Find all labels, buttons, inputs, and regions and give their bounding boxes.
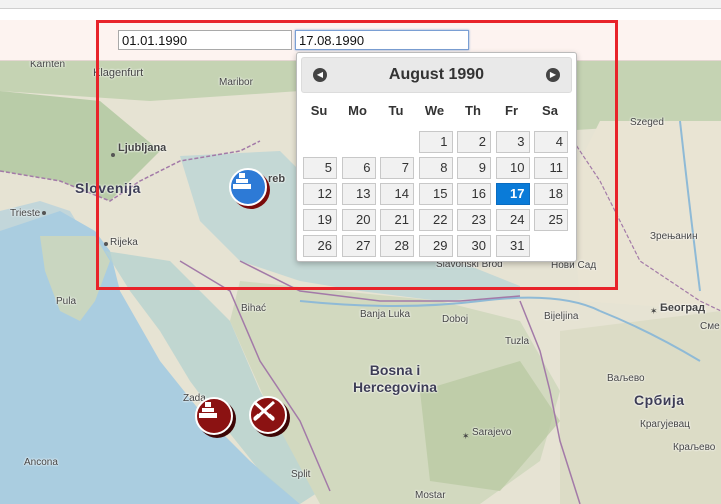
map-label-banja-luka: Banja Luka xyxy=(360,309,411,320)
calendar-day[interactable]: 11 xyxy=(534,157,568,179)
calendar-day[interactable]: 25 xyxy=(534,209,568,231)
map-label-rijeka: Rijeka xyxy=(110,237,138,248)
map-label-szeged: Szeged xyxy=(630,117,664,128)
datepicker-month-title: August 1990 xyxy=(388,66,485,83)
crossed-rifles-icon xyxy=(252,400,276,422)
calendar-day[interactable]: 24 xyxy=(495,209,530,231)
city-dot xyxy=(104,242,108,246)
map-label-trieste: Trieste xyxy=(10,208,41,219)
calendar-day[interactable]: 6 xyxy=(341,157,376,179)
datepicker-header: ◀ August 1990 ▶ xyxy=(301,57,572,93)
calendar-day[interactable]: 27 xyxy=(341,235,376,257)
capital-star-icon: ✶ xyxy=(462,432,470,442)
weekday-header: Tu xyxy=(388,103,404,118)
top-strip xyxy=(0,0,721,9)
weekday-header: Sa xyxy=(542,103,558,118)
start-date-input[interactable] xyxy=(118,30,292,50)
calendar-day[interactable]: 12 xyxy=(303,183,337,205)
calendar-day[interactable]: 16 xyxy=(457,183,491,205)
calendar-day[interactable]: 3 xyxy=(495,131,530,153)
map-label-sarajevo: Sarajevo xyxy=(472,427,512,438)
calendar-day[interactable]: 2 xyxy=(457,131,491,153)
map-label-pula: Pula xyxy=(56,296,77,307)
calendar-day[interactable]: 23 xyxy=(457,209,491,231)
map-label-tuzla: Tuzla xyxy=(505,336,530,347)
calendar-day[interactable]: 8 xyxy=(418,157,453,179)
calendar-day[interactable]: 7 xyxy=(380,157,414,179)
calendar-day[interactable]: 31 xyxy=(495,235,530,257)
calendar-day[interactable]: 30 xyxy=(457,235,491,257)
map-label-karnten: Kärnten xyxy=(30,61,66,70)
calendar-day[interactable]: 18 xyxy=(534,183,568,205)
map-marker-battle[interactable] xyxy=(249,396,287,434)
map-label-srbija: Србија xyxy=(634,392,685,408)
end-date-input[interactable] xyxy=(295,30,469,50)
capital-star-icon: ✶ xyxy=(650,307,658,317)
calendar-day[interactable]: 29 xyxy=(418,235,453,257)
weekday-header: Mo xyxy=(348,103,367,118)
map-label-bihac: Bihać xyxy=(241,303,267,314)
map-label-zagreb: reb xyxy=(268,173,286,185)
calendar-day[interactable]: 19 xyxy=(303,209,337,231)
map-label-ancona: Ancona xyxy=(24,457,58,468)
monument-icon xyxy=(233,173,251,189)
calendar-day[interactable]: 10 xyxy=(495,157,530,179)
map-label-sme: Сме xyxy=(700,321,720,332)
weekday-header: We xyxy=(424,103,445,118)
map-label-valjevo: Ваљево xyxy=(607,373,645,384)
calendar-day[interactable]: 28 xyxy=(380,235,414,257)
city-dot xyxy=(42,211,46,215)
calendar-day[interactable]: 22 xyxy=(418,209,453,231)
calendar-day[interactable]: 9 xyxy=(457,157,491,179)
map-label-beograd: Београд xyxy=(660,302,706,314)
chevron-right-icon[interactable]: ▶ xyxy=(546,68,560,82)
map-label-kraljevo: Краљево xyxy=(673,442,716,453)
calendar-day[interactable]: 4 xyxy=(534,131,568,153)
map-label-kragujevac: Крагујевац xyxy=(640,419,690,430)
map-label-bijeljina: Bijeljina xyxy=(544,311,579,322)
map-label-doboj: Doboj xyxy=(442,314,469,325)
map-label-mostar: Mostar xyxy=(415,490,446,501)
calendar-day[interactable]: 26 xyxy=(303,235,337,257)
map-label-split: Split xyxy=(291,469,311,480)
calendar-day[interactable]: 13 xyxy=(341,183,376,205)
map-label-ljubljana: Ljubljana xyxy=(118,142,167,154)
map-label-bosna-line1: Bosna i xyxy=(369,362,421,378)
calendar-day[interactable]: 14 xyxy=(380,183,414,205)
weekday-header: Su xyxy=(310,103,328,118)
map-label-slovenija: Slovenija xyxy=(75,180,141,196)
map-label-maribor: Maribor xyxy=(219,77,253,88)
calendar-day[interactable]: 1 xyxy=(418,131,453,153)
map-label-zrenjanin: Зрењанин xyxy=(650,231,698,242)
datepicker-popup: ◀ August 1990 ▶ Su Mo Tu We Th Fr Sa 123456789… xyxy=(296,52,577,262)
map-marker-monument-blue[interactable] xyxy=(229,168,267,206)
map-label-klagenfurt: Klagenfurt xyxy=(93,67,144,79)
calendar-day[interactable]: 21 xyxy=(380,209,414,231)
monument-icon xyxy=(199,402,217,418)
map-marker-monument-red[interactable] xyxy=(195,397,233,435)
datepicker-weekday-row: Su Mo Tu We Th Fr Sa xyxy=(301,103,571,121)
calendar-day-selected[interactable]: 17 xyxy=(495,183,530,205)
weekday-header: Th xyxy=(465,103,481,118)
weekday-header: Fr xyxy=(505,103,518,118)
calendar-day[interactable]: 20 xyxy=(341,209,376,231)
map-label-bosna: Bosna i Hercegovina xyxy=(345,362,445,396)
calendar-day[interactable]: 5 xyxy=(303,157,337,179)
city-dot xyxy=(111,153,115,157)
calendar-day[interactable]: 15 xyxy=(418,183,453,205)
map-label-bosna-line2: Hercegovina xyxy=(352,379,438,395)
